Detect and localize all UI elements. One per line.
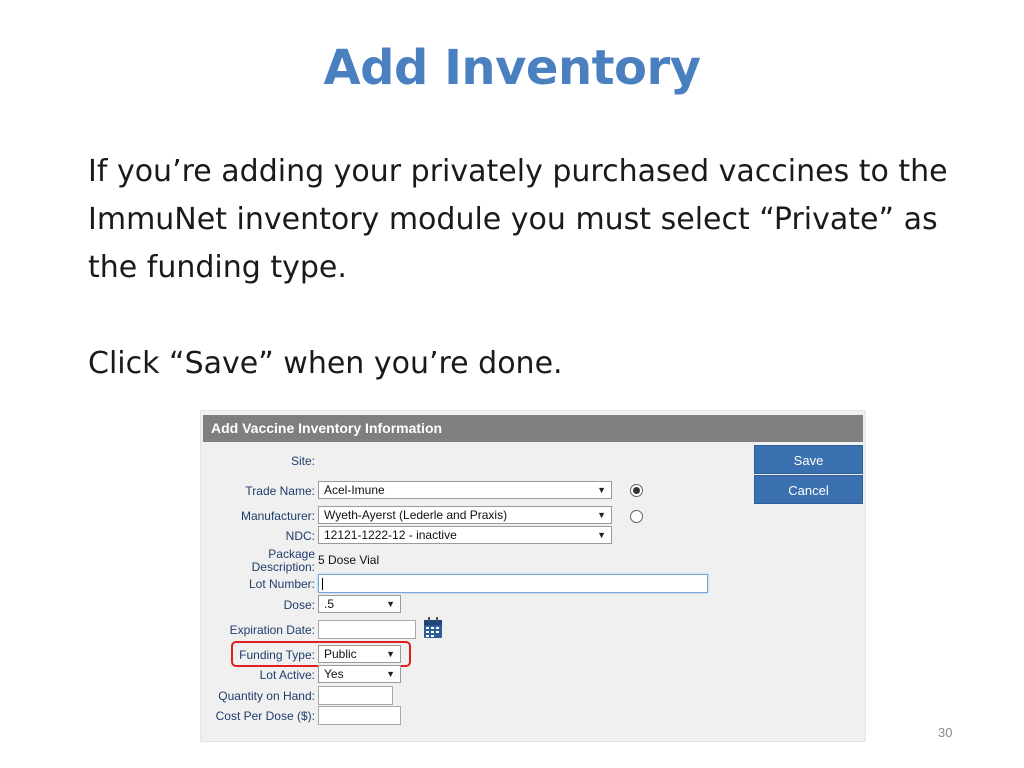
chevron-down-icon: ▼: [597, 510, 606, 520]
lot-active-label: Lot Active:: [259, 668, 315, 682]
calendar-icon[interactable]: [423, 617, 443, 639]
quantity-input[interactable]: [318, 686, 393, 705]
manufacturer-select[interactable]: Wyeth-Ayerst (Lederle and Praxis) ▼: [318, 506, 612, 524]
expiration-date-label: Expiration Date:: [229, 623, 315, 637]
funding-type-highlight: [231, 641, 411, 667]
form-header: Add Vaccine Inventory Information: [203, 415, 863, 442]
trade-name-label: Trade Name:: [245, 484, 315, 498]
manufacturer-radio[interactable]: [630, 510, 643, 523]
quantity-label: Quantity on Hand:: [218, 689, 315, 703]
cancel-button[interactable]: Cancel: [754, 475, 863, 504]
lot-active-value: Yes: [324, 667, 344, 681]
expiration-date-input[interactable]: [318, 620, 416, 639]
package-description-value: 5 Dose Vial: [318, 553, 380, 567]
chevron-down-icon: ▼: [386, 599, 395, 609]
page-number: 30: [938, 725, 953, 740]
lot-active-select[interactable]: Yes ▼: [318, 665, 401, 683]
dose-label: Dose:: [283, 598, 315, 612]
dose-select[interactable]: .5 ▼: [318, 595, 401, 613]
slide-title: Add Inventory: [323, 40, 701, 96]
trade-name-radio[interactable]: [630, 484, 643, 497]
manufacturer-value: Wyeth-Ayerst (Lederle and Praxis): [324, 508, 508, 522]
save-button[interactable]: Save: [754, 445, 863, 474]
chevron-down-icon: ▼: [597, 485, 606, 495]
slide-body: If you’re adding your privately purchase…: [88, 148, 988, 388]
trade-name-value: Acel-Imune: [324, 483, 385, 497]
package-label-line2: Description:: [251, 560, 315, 574]
instruction-paragraph: If you’re adding your privately purchase…: [88, 154, 948, 285]
chevron-down-icon: ▼: [386, 669, 395, 679]
lot-number-label: Lot Number:: [248, 577, 315, 591]
cost-per-dose-label: Cost Per Dose ($):: [215, 709, 315, 723]
ndc-select[interactable]: 12121-1222-12 - inactive ▼: [318, 526, 612, 544]
trade-name-select[interactable]: Acel-Imune ▼: [318, 481, 612, 499]
ndc-label: NDC:: [285, 529, 315, 543]
cost-per-dose-input[interactable]: [318, 706, 401, 725]
package-label-line1: Package: [268, 547, 315, 561]
inventory-form-screenshot: Add Vaccine Inventory Information Site: …: [200, 410, 866, 742]
text-caret: [322, 578, 323, 590]
save-instruction: Click “Save” when you’re done.: [88, 346, 563, 381]
manufacturer-label: Manufacturer:: [240, 509, 315, 523]
dose-value: .5: [324, 597, 335, 611]
chevron-down-icon: ▼: [597, 530, 606, 540]
site-label: Site:: [290, 454, 315, 468]
package-description-label: Package Description:: [252, 548, 315, 574]
ndc-value: 12121-1222-12 - inactive: [324, 528, 457, 542]
lot-number-input[interactable]: [318, 574, 708, 593]
